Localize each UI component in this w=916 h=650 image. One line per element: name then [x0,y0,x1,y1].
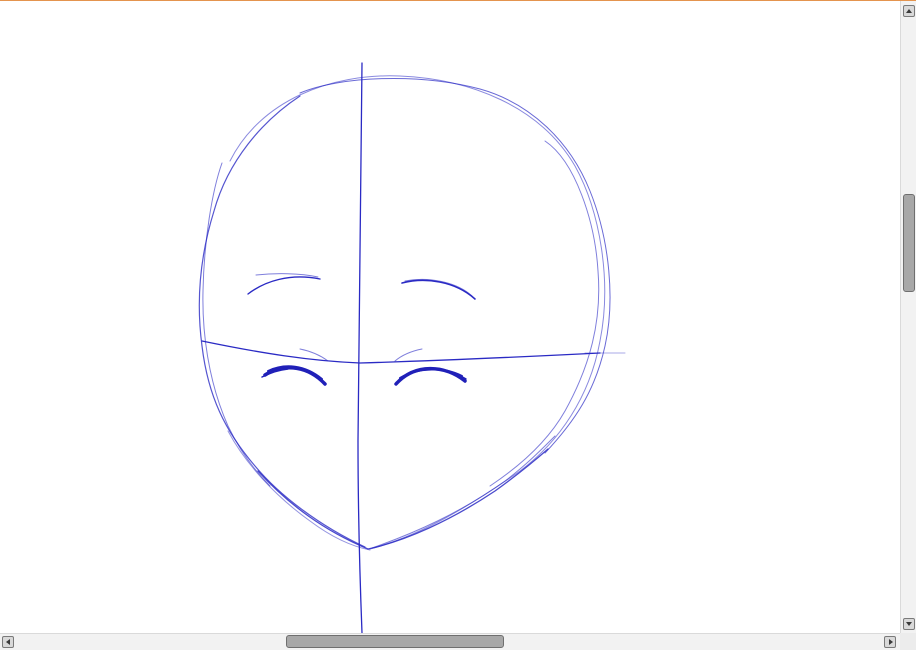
head-outline-stroke [198,95,366,548]
scroll-down-button[interactable] [903,618,915,630]
vertical-scrollbar[interactable] [900,1,916,633]
drawing-canvas[interactable] [0,1,900,633]
head-outline-stroke [489,140,600,487]
paint-app-window [0,0,916,650]
scroll-up-button[interactable] [903,5,915,17]
head-outline-stroke [202,162,271,487]
left-closed-eye [263,365,327,386]
vertical-scroll-thumb[interactable] [903,194,915,292]
arrow-left-icon [6,639,10,645]
arrow-up-icon [906,9,912,13]
horizontal-scroll-thumb[interactable] [286,635,504,648]
head-outline-stroke [299,78,611,454]
arrow-right-icon [889,639,893,645]
sketch-layer [198,62,626,633]
scrollbar-corner [900,633,916,650]
jaw-stroke [257,448,549,550]
head-outline-stroke [229,75,606,550]
horizontal-scrollbar[interactable] [0,633,900,650]
scroll-left-button[interactable] [2,636,14,648]
scroll-right-button[interactable] [884,636,896,648]
arrow-down-icon [906,622,912,626]
head-outline-stroke [227,430,371,551]
left-eyebrow [247,276,321,295]
jaw-stroke [371,435,556,549]
right-closed-eye [394,366,467,386]
eye-guide-line [201,340,601,364]
brow-mark [394,348,423,362]
left-eyebrow [255,273,319,278]
